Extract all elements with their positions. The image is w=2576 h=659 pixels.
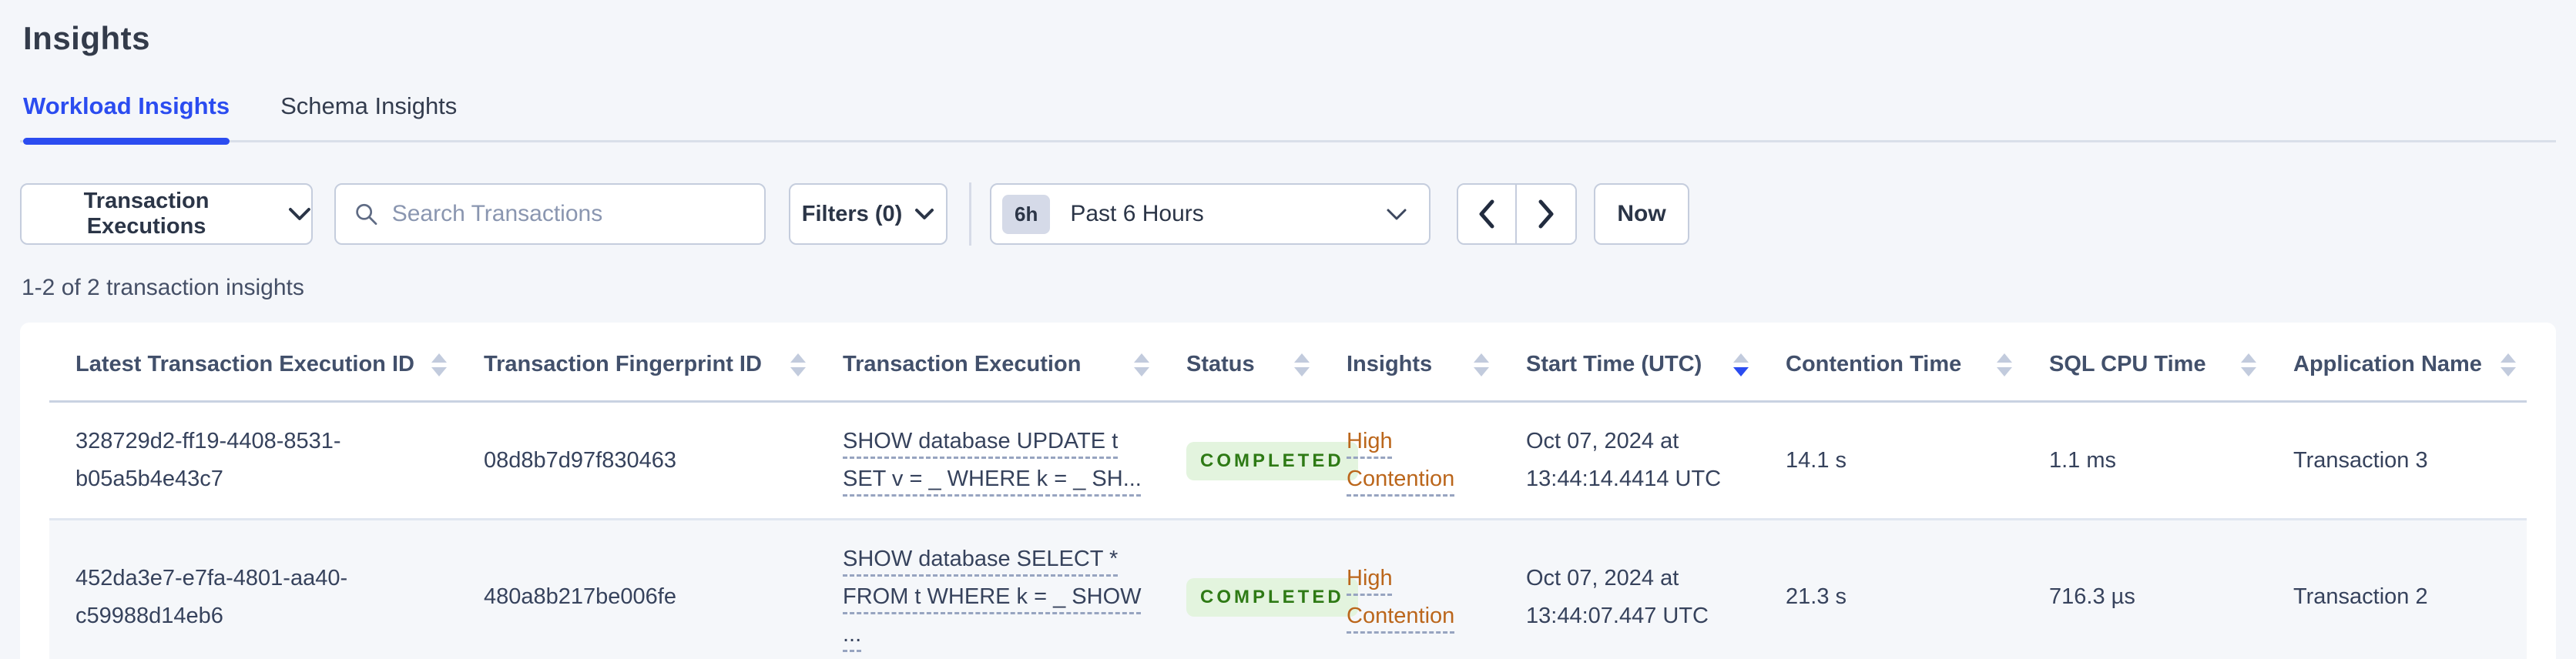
time-range-select[interactable]: 6h Past 6 Hours	[990, 183, 1431, 245]
tab-bar: Workload Insights Schema Insights	[20, 92, 2556, 145]
cell-status: COMPLETED	[1160, 401, 1358, 520]
filters-button[interactable]: Filters (0)	[789, 183, 948, 245]
cell-insights: High Contention	[1320, 519, 1500, 659]
results-summary: 1-2 of 2 transaction insights	[22, 275, 304, 300]
column-header-insights[interactable]: Insights	[1347, 352, 1489, 377]
chevron-left-icon	[1479, 199, 1494, 229]
column-header-sql-cpu-time[interactable]: SQL CPU Time	[2049, 352, 2256, 377]
cell-execId: 452da3e7-e7fa-4801-aa40-c59988d14eb6	[49, 519, 458, 659]
time-range-prev-button[interactable]	[1458, 185, 1517, 243]
sort-arrows-icon	[2501, 353, 2516, 376]
insight-type-link[interactable]: High Contention	[1347, 429, 1454, 491]
cell-contentionTime: 14.1 s	[1759, 401, 2023, 520]
cell-startTime: Oct 07, 2024 at 13:44:14.4414 UTC	[1500, 401, 1759, 520]
cell-fingerprintId: 480a8b217be006fe	[458, 519, 817, 659]
sort-arrows-icon	[1997, 353, 2012, 376]
chevron-right-icon	[1538, 199, 1554, 229]
time-range-badge: 6h	[1002, 194, 1051, 234]
tab-workload-insights[interactable]: Workload Insights	[23, 92, 230, 145]
cell-fingerprintId: 08d8b7d97f830463	[458, 401, 817, 520]
column-header-status[interactable]: Status	[1186, 352, 1310, 377]
insight-type-select[interactable]: Transaction Executions	[20, 183, 313, 245]
search-icon	[356, 203, 377, 226]
chevron-down-icon	[1387, 209, 1407, 219]
cell-execution: SHOW database SELECT * FROM t WHERE k = _…	[817, 519, 1160, 659]
column-header-transaction-execution[interactable]: Transaction Execution	[843, 352, 1149, 377]
chevron-down-icon	[289, 208, 311, 220]
sort-arrows-icon	[1733, 353, 1749, 376]
search-input[interactable]	[391, 201, 746, 227]
status-badge: COMPLETED	[1186, 578, 1358, 617]
search-box	[334, 183, 766, 245]
sort-arrows-icon	[1474, 353, 1489, 376]
cell-startTime: Oct 07, 2024 at 13:44:07.447 UTC	[1500, 519, 1759, 659]
table-row: 328729d2-ff19-4408-8531-b05a5b4e43c7 08d8…	[49, 401, 2527, 520]
cell-sqlCpuTime: 716.3 µs	[2023, 519, 2267, 659]
cell-contentionTime: 21.3 s	[1759, 519, 2023, 659]
now-button[interactable]: Now	[1594, 183, 1689, 245]
column-header-transaction-fingerprint-id[interactable]: Transaction Fingerprint ID	[484, 352, 806, 377]
cell-insights: High Contention	[1320, 401, 1500, 520]
page-title: Insights	[23, 20, 151, 56]
table-row: 452da3e7-e7fa-4801-aa40-c59988d14eb6 480a…	[49, 519, 2527, 659]
transaction-insights-table: Latest Transaction Execution ID Transact…	[49, 323, 2527, 659]
toolbar: Transaction Executions Filters (0) 6h Pa…	[20, 182, 2556, 246]
insight-type-link[interactable]: High Contention	[1347, 566, 1454, 628]
cell-execId: 328729d2-ff19-4408-8531-b05a5b4e43c7	[49, 401, 458, 520]
insight-type-select-value: Transaction Executions	[83, 189, 210, 239]
cell-execution: SHOW database UPDATE t SET v = _ WHERE k …	[817, 401, 1160, 520]
column-header-latest-transaction-execution-id[interactable]: Latest Transaction Execution ID	[75, 352, 447, 377]
statement-link[interactable]: SHOW database UPDATE t SET v = _ WHERE k …	[843, 429, 1142, 491]
column-header-application-name[interactable]: Application Name	[2293, 352, 2516, 377]
insights-page: Insights Workload Insights Schema Insigh…	[0, 0, 2576, 659]
sort-arrows-icon	[2241, 353, 2256, 376]
statement-link[interactable]: SHOW database SELECT * FROM t WHERE k = _…	[843, 547, 1142, 647]
toolbar-divider	[969, 182, 971, 246]
sort-arrows-icon	[1294, 353, 1310, 376]
status-badge: COMPLETED	[1186, 441, 1358, 480]
filters-button-label: Filters (0)	[801, 201, 903, 226]
chevron-down-icon	[915, 209, 934, 219]
table-header-row: Latest Transaction Execution ID Transact…	[49, 323, 2527, 403]
sort-arrows-icon	[431, 353, 447, 376]
cell-appName: Transaction 2	[2267, 519, 2527, 659]
cell-appName: Transaction 3	[2267, 401, 2527, 520]
tab-schema-insights[interactable]: Schema Insights	[280, 92, 457, 140]
time-range-next-button[interactable]	[1517, 185, 1575, 243]
insights-table-card: Latest Transaction Execution ID Transact…	[20, 323, 2556, 659]
column-header-contention-time[interactable]: Contention Time	[1786, 352, 2012, 377]
sort-arrows-icon	[790, 353, 806, 376]
cell-sqlCpuTime: 1.1 ms	[2023, 401, 2267, 520]
time-range-label: Past 6 Hours	[1070, 201, 1204, 226]
time-range-pager	[1457, 183, 1577, 245]
column-header-start-time[interactable]: Start Time (UTC)	[1526, 352, 1749, 377]
sort-arrows-icon	[1134, 353, 1149, 376]
cell-status: COMPLETED	[1160, 519, 1358, 659]
